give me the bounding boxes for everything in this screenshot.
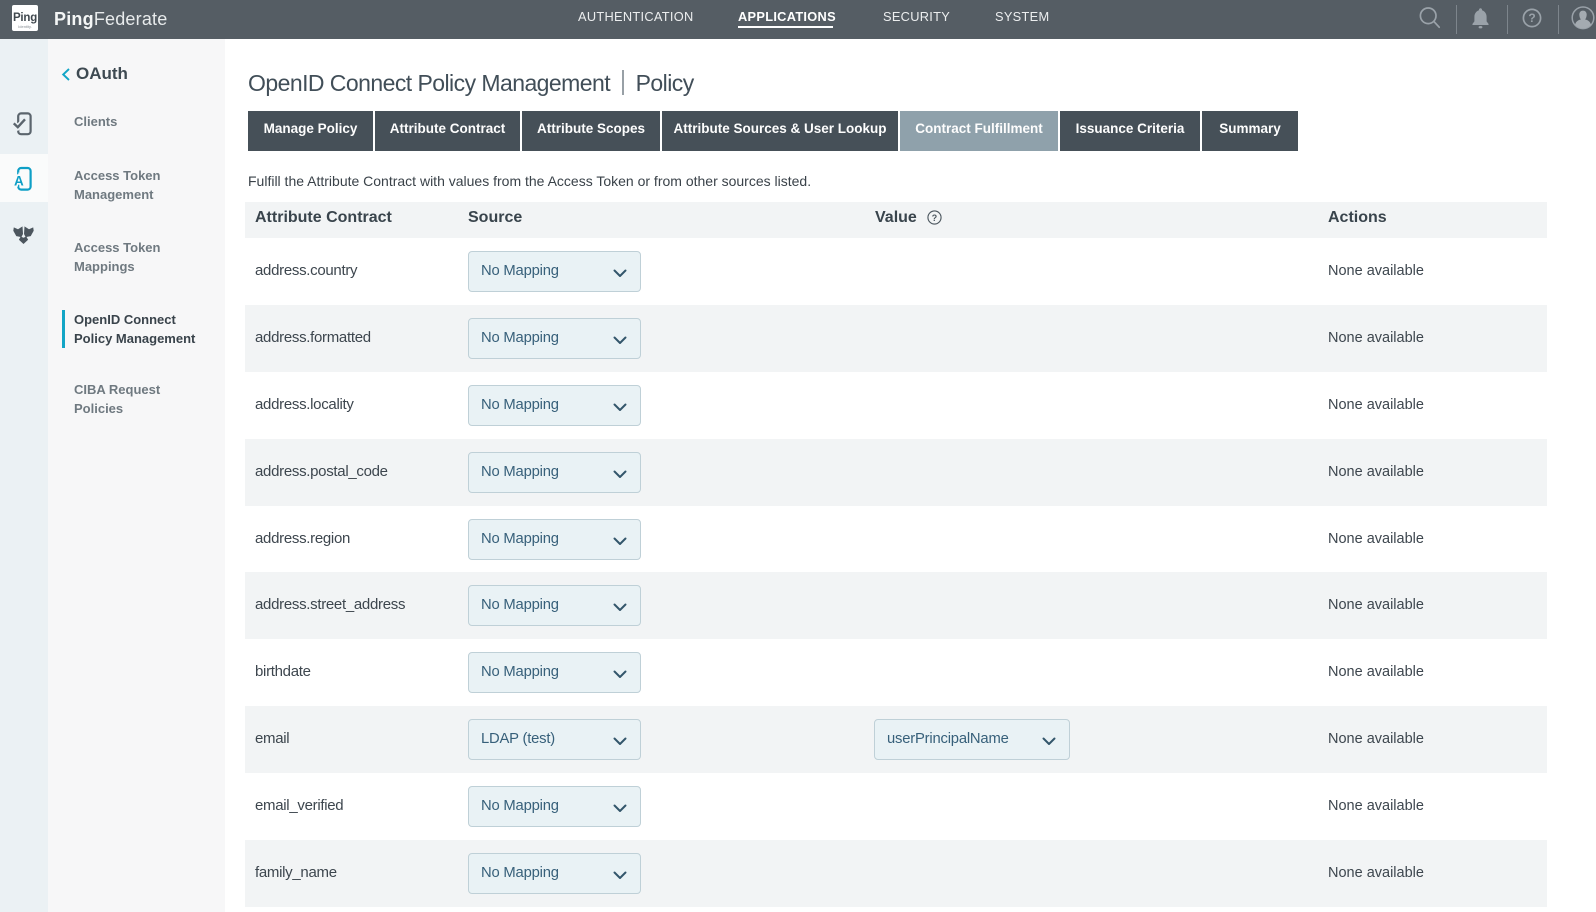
svg-text:?: ? [1528,11,1535,25]
svg-text:?: ? [932,212,937,222]
svg-text:A: A [14,173,24,188]
